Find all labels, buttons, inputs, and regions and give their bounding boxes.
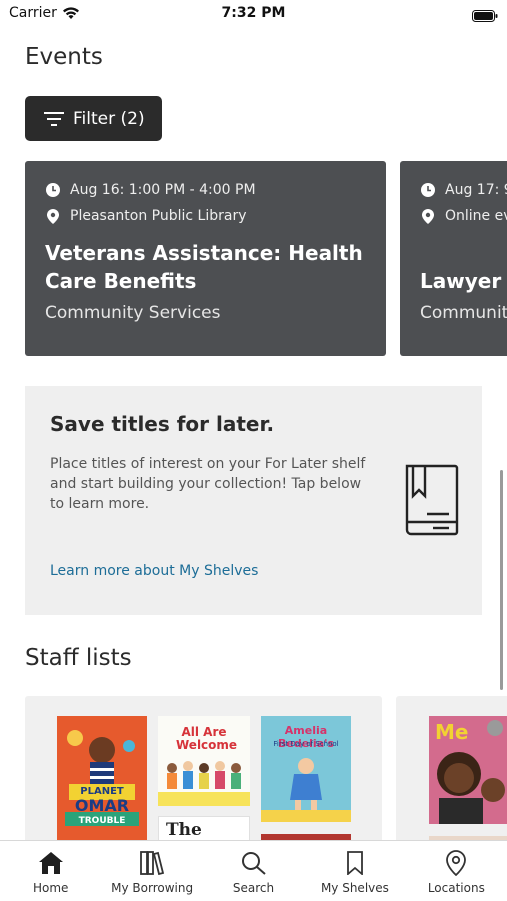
event-category: Communit <box>420 303 507 323</box>
save-titles-promo: Save titles for later. Place titles of i… <box>25 386 482 615</box>
book-cover[interactable]: Amelia Bedelia's First Day of School <box>261 716 351 822</box>
event-location: Pleasanton Public Library <box>70 208 247 224</box>
cover-subtitle: First Day of School <box>273 740 339 748</box>
cover-title-line: OMAR <box>74 796 130 815</box>
tab-my-shelves[interactable]: My Shelves <box>304 841 405 901</box>
promo-title: Save titles for later. <box>50 412 275 436</box>
clock-icon <box>45 182 61 198</box>
battery-icon <box>472 7 498 22</box>
location-pin-icon <box>45 208 61 224</box>
filter-icon <box>44 111 64 126</box>
location-pin-icon <box>420 208 436 224</box>
bookmark-icon <box>345 849 365 877</box>
scrollbar[interactable] <box>500 470 503 690</box>
clock: 7:32 PM <box>221 5 286 21</box>
event-location: Online ev <box>445 208 507 224</box>
cover-title: Me <box>435 720 469 744</box>
event-category: Community Services <box>45 303 221 323</box>
filter-button[interactable]: Filter (2) <box>25 96 162 141</box>
books-icon <box>139 849 165 877</box>
learn-more-link[interactable]: Learn more about My Shelves <box>50 563 258 579</box>
event-card[interactable]: Aug 16: 1:00 PM - 4:00 PM Pleasanton Pub… <box>25 161 386 356</box>
book-bookmark-icon <box>403 462 461 542</box>
event-title: Lawyer in <box>420 269 507 293</box>
book-cover[interactable]: All Are Welcome <box>158 716 250 806</box>
tab-locations[interactable]: Locations <box>406 841 507 901</box>
book-cover[interactable]: Me <box>429 716 507 824</box>
tab-label: Search <box>232 881 275 895</box>
book-cover[interactable]: PLANET OMAR TROUBLE <box>57 716 147 840</box>
search-icon <box>241 849 267 877</box>
cover-title: All Are Welcome <box>176 725 238 752</box>
tab-my-borrowing[interactable]: My Borrowing <box>101 841 202 901</box>
tab-label: Locations <box>427 881 485 895</box>
event-datetime: Aug 16: 1:00 PM - 4:00 PM <box>70 182 256 198</box>
tab-home[interactable]: Home <box>0 841 101 901</box>
promo-body: Place titles of interest on your For Lat… <box>50 456 366 512</box>
event-title: Veterans Assistance: Health Care Benefit… <box>45 241 363 293</box>
event-datetime: Aug 17: 9 <box>445 182 507 198</box>
tab-label: My Borrowing <box>111 881 194 895</box>
home-icon <box>38 849 64 877</box>
location-pin-icon <box>446 849 467 877</box>
cover-subtitle: TROUBLE <box>78 816 126 826</box>
tab-label: Home <box>32 881 69 895</box>
tab-bar: Home My Borrowing Search My Shelves Loca… <box>0 840 507 901</box>
filter-label: Filter (2) <box>73 108 145 129</box>
event-card[interactable]: Aug 17: 9 Online ev Lawyer in Communit <box>400 161 507 356</box>
staff-list-card[interactable]: PLANET OMAR TROUBLE All Are Welcome The … <box>25 696 382 856</box>
status-bar: Carrier 7:32 PM <box>0 0 507 30</box>
staff-lists-title: Staff lists <box>25 645 132 671</box>
events-section-title: Events <box>25 44 103 70</box>
clock-icon <box>420 182 436 198</box>
staff-list-card[interactable]: Me <box>396 696 507 856</box>
tab-label: My Shelves <box>320 881 389 895</box>
cover-title: The <box>166 820 202 840</box>
tab-search[interactable]: Search <box>203 841 304 901</box>
